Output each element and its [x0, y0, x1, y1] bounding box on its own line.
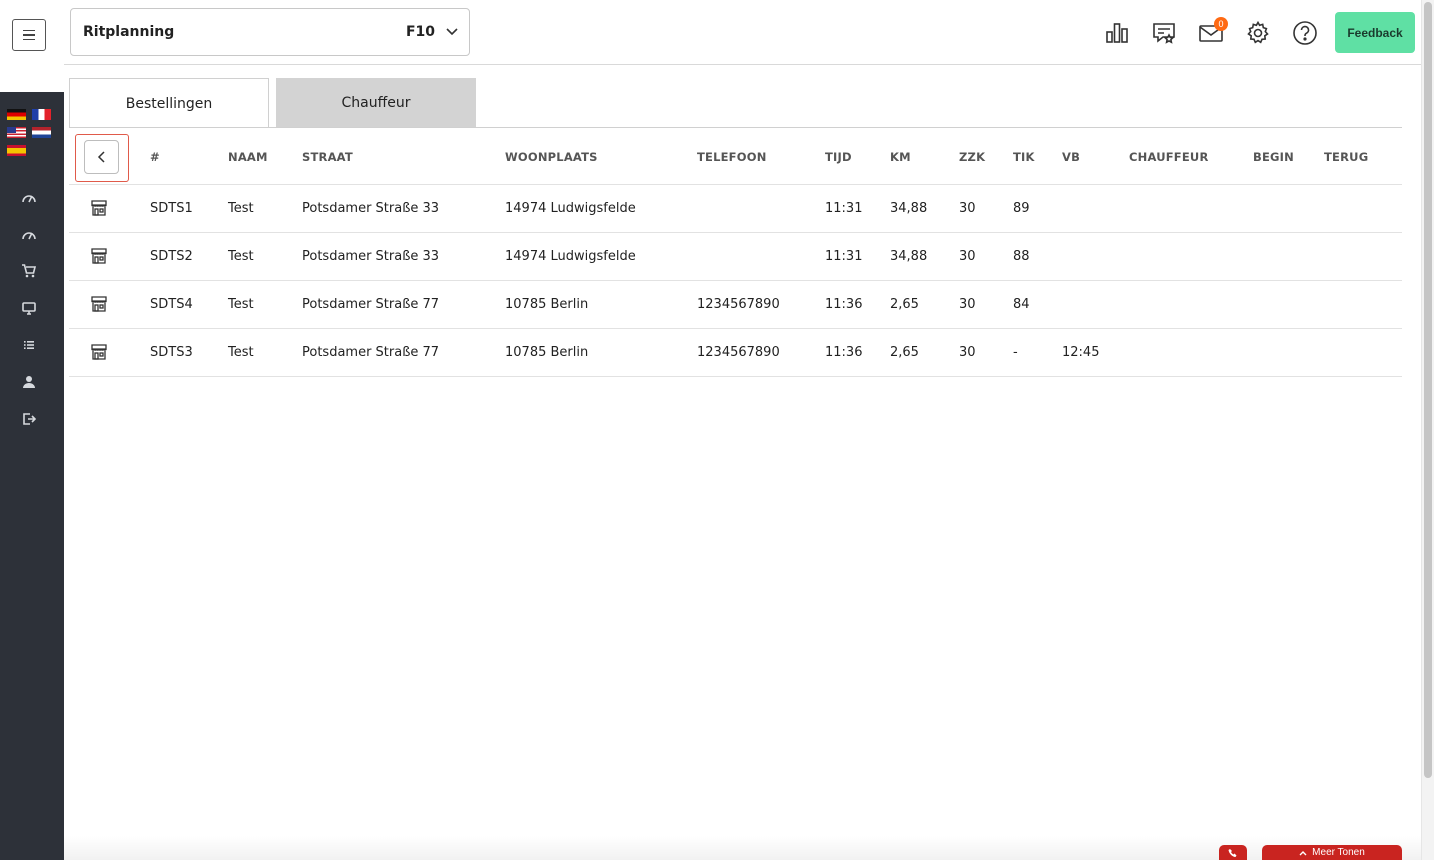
table-row[interactable]: SDTS4 Test Potsdamer Straße 77 10785 Ber…: [69, 281, 1402, 329]
cell-woonplaats: 10785 Berlin: [505, 345, 589, 360]
chat-review-icon[interactable]: [1151, 20, 1177, 46]
phone-button[interactable]: [1219, 845, 1247, 860]
store-icon[interactable]: [90, 295, 108, 313]
column-header-zzk[interactable]: ZZK: [959, 150, 985, 164]
back-button[interactable]: [84, 140, 119, 174]
column-header-naam[interactable]: NAAM: [228, 150, 268, 164]
column-header-straat[interactable]: STRAAT: [302, 150, 353, 164]
column-header-tik[interactable]: TIK: [1013, 150, 1035, 164]
column-header-vb[interactable]: VB: [1062, 150, 1080, 164]
statistics-icon[interactable]: [1104, 20, 1130, 46]
hamburger-line: [23, 38, 35, 41]
cell-tijd: 11:36: [825, 345, 863, 360]
dashboard-icon[interactable]: [20, 189, 38, 207]
cell-vb: 12:45: [1062, 345, 1100, 360]
column-header-km[interactable]: KM: [890, 150, 911, 164]
cell-tijd: 11:31: [825, 201, 863, 216]
cell-zzk: 30: [959, 345, 976, 360]
cell-km: 34,88: [890, 201, 928, 216]
page-selector-dropdown[interactable]: Ritplanning F10: [70, 8, 470, 56]
column-header-tijd[interactable]: TIJD: [825, 150, 852, 164]
cell-woonplaats: 10785 Berlin: [505, 297, 589, 312]
cell-telefoon: 1234567890: [697, 297, 780, 312]
tab-bestellingen[interactable]: Bestellingen: [69, 78, 269, 128]
hamburger-line: [23, 34, 35, 36]
de-flag-icon[interactable]: [7, 109, 26, 120]
chevron-down-icon: [446, 28, 458, 36]
cell-id: SDTS1: [150, 201, 193, 216]
column-header-woonplaats[interactable]: WOONPLAATS: [505, 150, 598, 164]
cell-straat: Potsdamer Straße 33: [302, 201, 440, 216]
cell-id: SDTS3: [150, 345, 193, 360]
cell-tik: 84: [1013, 297, 1030, 312]
cell-tijd: 11:31: [825, 249, 863, 264]
table-header: # NAAM STRAAT WOONPLAATS TELEFOON TIJD K…: [69, 128, 1402, 185]
dashboard-icon[interactable]: [20, 226, 38, 244]
mail-count-badge: 0: [1214, 17, 1228, 31]
settings-gear-icon[interactable]: [1245, 20, 1271, 46]
cell-straat: Potsdamer Straße 33: [302, 249, 440, 264]
cell-tik: 89: [1013, 201, 1030, 216]
cell-naam: Test: [228, 201, 254, 216]
list-icon[interactable]: [20, 336, 38, 354]
show-more-label: Meer Tonen: [1312, 847, 1365, 858]
store-icon[interactable]: [90, 199, 108, 217]
column-header-number[interactable]: #: [150, 150, 160, 164]
nl-flag-icon[interactable]: [32, 127, 51, 138]
user-icon[interactable]: [20, 373, 38, 391]
table-row[interactable]: SDTS1 Test Potsdamer Straße 33 14974 Lud…: [69, 185, 1402, 233]
cell-zzk: 30: [959, 297, 976, 312]
cell-tik: 88: [1013, 249, 1030, 264]
cell-naam: Test: [228, 249, 254, 264]
cell-tik: -: [1013, 345, 1018, 360]
scrollbar-thumb[interactable]: [1424, 2, 1432, 778]
us-flag-icon[interactable]: [7, 127, 26, 138]
hamburger-line: [23, 29, 35, 32]
cell-woonplaats: 14974 Ludwigsfelde: [505, 249, 636, 264]
menu-area: [0, 0, 64, 92]
feedback-button[interactable]: Feedback: [1335, 12, 1415, 53]
table-row[interactable]: SDTS2 Test Potsdamer Straße 33 14974 Lud…: [69, 233, 1402, 281]
column-header-chauffeur[interactable]: CHAUFFEUR: [1129, 150, 1209, 164]
store-icon[interactable]: [90, 247, 108, 265]
selector-code: F10: [405, 24, 435, 40]
column-header-terug[interactable]: TERUG: [1324, 150, 1368, 164]
logout-icon[interactable]: [20, 410, 38, 428]
cell-zzk: 30: [959, 249, 976, 264]
cell-km: 34,88: [890, 249, 928, 264]
selector-title: Ritplanning: [83, 24, 175, 40]
cell-naam: Test: [228, 345, 254, 360]
help-icon[interactable]: [1292, 20, 1318, 46]
tab-chauffeur[interactable]: Chauffeur: [276, 78, 476, 128]
chevron-up-icon: [1299, 850, 1307, 855]
show-more-button[interactable]: Meer Tonen: [1262, 845, 1402, 860]
cell-km: 2,65: [890, 345, 919, 360]
column-header-begin[interactable]: BEGIN: [1253, 150, 1294, 164]
cell-tijd: 11:36: [825, 297, 863, 312]
cell-telefoon: 1234567890: [697, 345, 780, 360]
es-flag-icon[interactable]: [7, 145, 26, 156]
cell-id: SDTS2: [150, 249, 193, 264]
cell-naam: Test: [228, 297, 254, 312]
cell-straat: Potsdamer Straße 77: [302, 345, 440, 360]
cell-km: 2,65: [890, 297, 919, 312]
footer-bar: [64, 836, 1421, 860]
sidebar: [0, 92, 64, 860]
fr-flag-icon[interactable]: [32, 109, 51, 120]
cart-icon[interactable]: [20, 262, 38, 280]
monitor-icon[interactable]: [20, 299, 38, 317]
hamburger-menu-button[interactable]: [12, 19, 46, 51]
phone-icon: [1228, 848, 1237, 857]
chevron-left-icon: [97, 151, 105, 163]
column-header-telefoon[interactable]: TELEFOON: [697, 150, 767, 164]
store-icon[interactable]: [90, 343, 108, 361]
cell-id: SDTS4: [150, 297, 193, 312]
cell-zzk: 30: [959, 201, 976, 216]
cell-woonplaats: 14974 Ludwigsfelde: [505, 201, 636, 216]
cell-straat: Potsdamer Straße 77: [302, 297, 440, 312]
table-row[interactable]: SDTS3 Test Potsdamer Straße 77 10785 Ber…: [69, 329, 1402, 377]
